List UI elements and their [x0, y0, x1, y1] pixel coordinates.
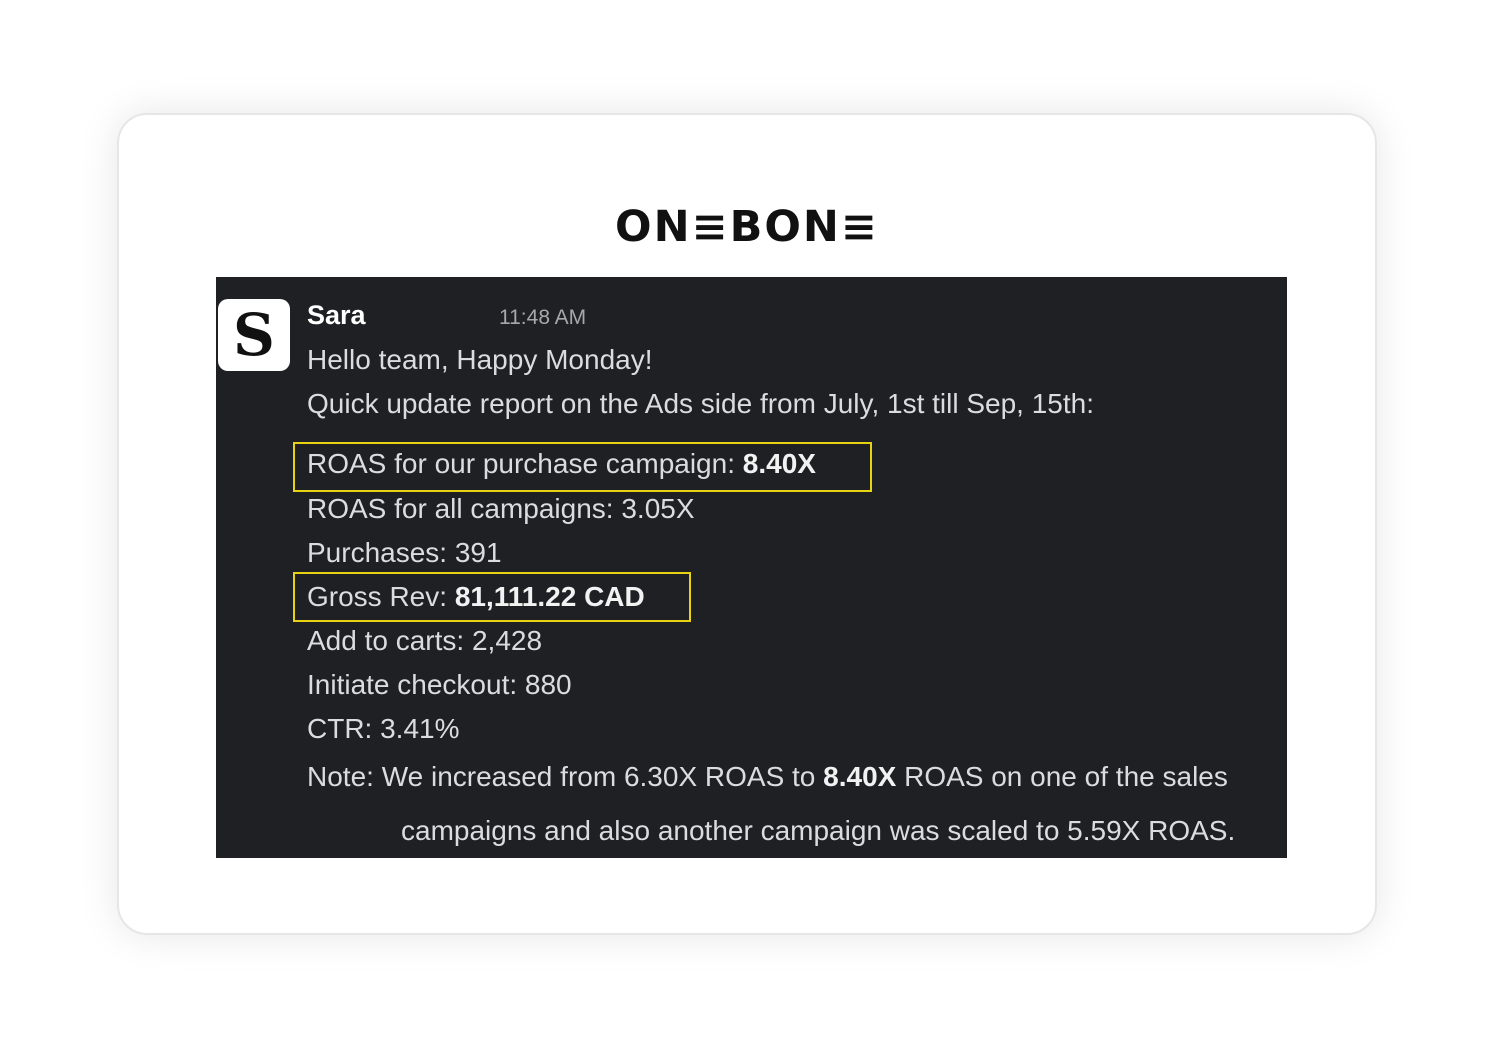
message-intro: Quick update report on the Ads side from… [307, 388, 1095, 419]
note-part2: ROAS on one of the sales [896, 761, 1228, 792]
avatar[interactable]: S [218, 299, 290, 371]
message-note-continued: campaigns and also another campaign was … [401, 815, 1236, 846]
metric-add-to-carts: Add to carts: 2,428 [307, 625, 543, 656]
metric-roas-purchase-label: ROAS for our purchase campaign: [307, 448, 743, 479]
metric-purchases: Purchases: 391 [307, 537, 502, 568]
message-timestamp[interactable]: 11:48 AM [499, 305, 586, 331]
note-part1: Note: We increased from 6.30X ROAS to [307, 761, 824, 792]
message-note: Note: We increased from 6.30X ROAS to 8.… [307, 760, 1228, 794]
metric-initiate-checkout: Initiate checkout: 880 [307, 669, 572, 700]
onebone-logo: ON≡BON≡ [615, 202, 879, 252]
card: ON≡BON≡ S Sara 11:48 AM Hello team, Happ… [117, 113, 1377, 935]
metric-roas-purchase: ROAS for our purchase campaign: 8.40X [307, 447, 816, 481]
note-bold-value: 8.40X [823, 761, 897, 792]
metric-ctr: CTR: 3.41% [307, 713, 460, 744]
metric-gross-rev-value: 81,111.22 CAD [454, 581, 645, 612]
metric-gross-rev-label: Gross Rev: [307, 581, 455, 612]
metric-roas-all: ROAS for all campaigns: 3.05X [307, 493, 695, 524]
message-greeting: Hello team, Happy Monday! [307, 344, 653, 375]
metric-roas-purchase-value: 8.40X [742, 448, 816, 479]
slack-message-screenshot: S Sara 11:48 AM Hello team, Happy Monday… [216, 277, 1287, 858]
message-author[interactable]: Sara [307, 299, 366, 331]
metric-gross-rev: Gross Rev: 81,111.22 CAD [307, 580, 645, 614]
